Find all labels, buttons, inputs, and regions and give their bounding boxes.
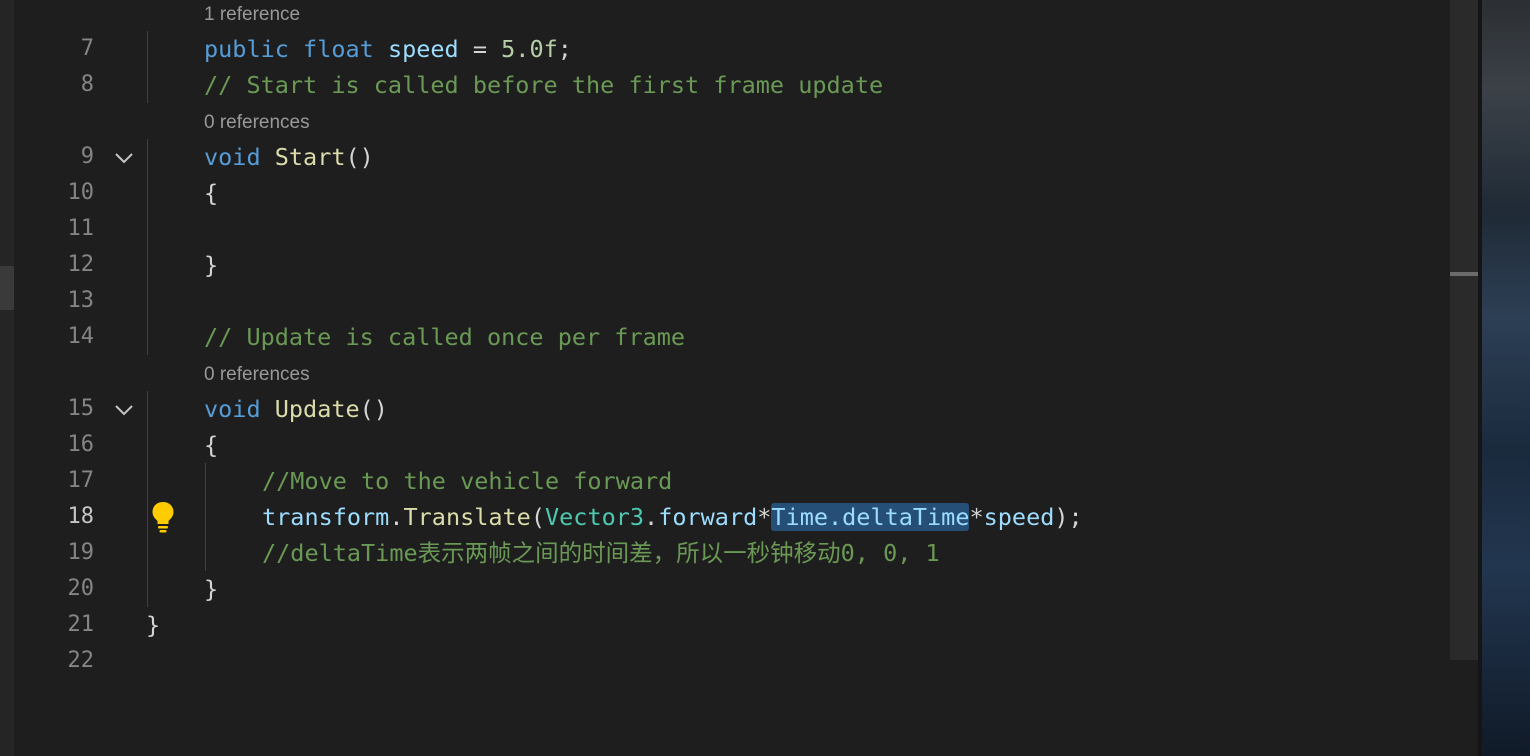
variable: transform <box>262 503 390 531</box>
chevron-down-icon[interactable] <box>112 139 136 175</box>
code-brace[interactable]: { <box>204 175 218 211</box>
line-number: 10 <box>67 180 95 205</box>
code-brace[interactable]: } <box>204 571 218 607</box>
operator: = <box>458 35 502 63</box>
code-comment[interactable]: // Update is called once per frame <box>204 319 685 355</box>
left-panel-marker <box>0 266 14 310</box>
punctuation: () <box>359 395 388 423</box>
variable: speed <box>387 35 459 63</box>
line-number: 20 <box>67 576 95 601</box>
line-number-active: 18 <box>67 504 95 529</box>
function-name: Translate <box>403 503 531 531</box>
line-number: 13 <box>67 288 95 313</box>
line-number: 16 <box>67 432 95 457</box>
punctuation: ); <box>1054 503 1083 531</box>
code-brace[interactable]: { <box>204 427 218 463</box>
desktop-wallpaper <box>1482 0 1530 756</box>
operator: * <box>757 503 772 531</box>
line-number: 22 <box>67 648 95 673</box>
function-name: Update <box>274 395 360 423</box>
code-comment[interactable]: // Start is called before the first fram… <box>204 67 883 103</box>
indent-guide <box>205 463 206 571</box>
operator: * <box>969 503 984 531</box>
codelens-references[interactable]: 0 references <box>204 108 310 138</box>
line-number: 8 <box>80 72 94 97</box>
keyword: float <box>303 35 374 63</box>
function-name: Start <box>274 143 346 171</box>
variable: forward <box>658 503 758 531</box>
left-panel-strip <box>0 0 14 756</box>
selected-text[interactable]: Time.deltaTime <box>771 503 970 531</box>
punctuation: ; <box>557 35 572 63</box>
line-number: 11 <box>67 216 95 241</box>
indent-guide <box>147 139 148 355</box>
indent-guide <box>147 391 148 607</box>
punctuation: . <box>389 503 404 531</box>
line-number: 19 <box>67 540 95 565</box>
codelens-references[interactable]: 1 reference <box>204 0 300 30</box>
code-comment[interactable]: //deltaTime表示两帧之间的时间差，所以一秒钟移动0, 0, 1 <box>262 535 940 571</box>
line-number: 12 <box>67 252 95 277</box>
code-brace[interactable]: } <box>204 247 218 283</box>
code-brace[interactable]: } <box>146 607 160 643</box>
type-name: Vector3 <box>545 503 645 531</box>
keyword: public <box>204 35 289 63</box>
line-number: 21 <box>67 612 95 637</box>
line-number: 9 <box>80 144 94 169</box>
code-comment[interactable]: //Move to the vehicle forward <box>262 463 672 499</box>
scrollbar-position-marker[interactable] <box>1450 272 1478 276</box>
line-number: 14 <box>67 324 95 349</box>
codelens-references[interactable]: 0 references <box>204 360 310 390</box>
lightbulb-icon[interactable] <box>150 500 176 534</box>
indent-guide <box>147 31 148 103</box>
keyword: void <box>204 395 261 423</box>
line-number: 17 <box>67 468 95 493</box>
code-line-active[interactable]: transform.Translate(Vector3.forward*Time… <box>262 499 1083 535</box>
punctuation: ( <box>530 503 545 531</box>
punctuation: . <box>644 503 659 531</box>
code-line[interactable]: void Update() <box>204 391 388 427</box>
chevron-down-icon[interactable] <box>112 391 136 427</box>
vertical-scrollbar[interactable] <box>1450 0 1478 660</box>
punctuation: () <box>345 143 374 171</box>
line-number: 15 <box>67 396 95 421</box>
number-literal: 5.0f <box>501 35 558 63</box>
line-number: 7 <box>80 36 94 61</box>
variable: speed <box>983 503 1055 531</box>
code-line[interactable]: void Start() <box>204 139 374 175</box>
keyword: void <box>204 143 261 171</box>
code-line[interactable]: public float speed = 5.0f; <box>204 31 572 67</box>
